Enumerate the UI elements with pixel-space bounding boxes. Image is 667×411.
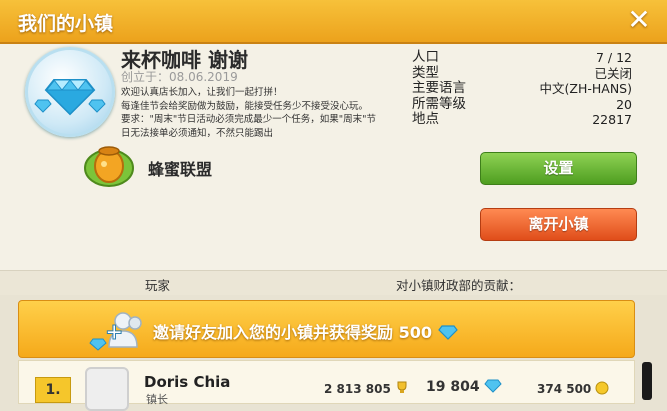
stat-location: 地点 22817 — [412, 111, 632, 128]
leave-town-button[interactable]: 离开小镇 — [480, 208, 637, 241]
town-emblem-diamond-icon — [25, 47, 115, 137]
svg-text:+: + — [105, 320, 123, 345]
stat-type: 类型 已关闭 — [412, 64, 632, 82]
stat-language: 主要语言 中文(ZH-HANS) — [412, 80, 632, 97]
member-rank: 1. — [35, 377, 71, 403]
description-line: 欢迎认真店长加入，让我们一起打拼！ — [121, 87, 283, 98]
scrollbar[interactable] — [642, 362, 652, 400]
trophies-value: 2 813 805 — [324, 382, 391, 396]
diamonds-value: 19 804 — [426, 379, 480, 395]
stat-value: 中文(ZH-HANS) — [539, 81, 632, 96]
town-stats: 人口 7 / 12 类型 已关闭 主要语言 中文(ZH-HANS) 所需等级 2… — [412, 49, 632, 128]
coins-value: 374 500 — [537, 382, 592, 396]
title-bar: 我们的小镇 ✕ — [0, 0, 667, 44]
founded-date: 创立于：08.06.2019 — [121, 70, 238, 84]
member-coins: 374 500 — [537, 381, 609, 396]
stat-label: 地点 — [412, 111, 439, 127]
stat-label: 人口 — [412, 49, 439, 65]
stat-label: 主要语言 — [412, 80, 466, 96]
invite-friends-banner[interactable]: + 邀请好友加入您的小镇并获得奖励 500 — [18, 300, 635, 358]
honey-pot-icon — [80, 138, 138, 190]
close-icon[interactable]: ✕ — [625, 6, 653, 34]
member-trophies: 2 813 805 — [324, 381, 409, 396]
stat-population: 人口 7 / 12 — [412, 49, 632, 66]
member-role: 镇长 — [146, 393, 168, 406]
description-line: 每逢佳节会给奖励做为鼓励，能接受任务少不接受没心玩。 — [121, 100, 369, 112]
member-row[interactable]: 1. Doris Chia 镇长 2 813 805 19 804 374 50… — [18, 360, 635, 411]
diamond-icon — [437, 323, 458, 342]
stat-required-level: 所需等级 20 — [412, 95, 632, 113]
description-line: 要求："周末"节日活动必须完成最少一个任务，如果"周末"节 — [121, 114, 376, 125]
description-line: 日无法接单必须通知，不然只能踢出 — [121, 127, 274, 139]
avatar — [85, 367, 129, 411]
alliance-name: 蜂蜜联盟 — [148, 160, 213, 179]
window-title: 我们的小镇 — [18, 13, 114, 35]
stat-label: 类型 — [412, 64, 439, 81]
diamond-icon — [484, 379, 503, 395]
stat-value: 20 — [616, 96, 632, 112]
settings-button[interactable]: 设置 — [480, 152, 637, 185]
invite-people-icon: + — [87, 309, 149, 351]
member-diamonds: 19 804 — [426, 379, 503, 395]
member-list-header: 玩家 对小镇财政部的贡献： — [0, 270, 667, 295]
stat-value: 已关闭 — [594, 65, 632, 81]
stat-value: 22817 — [592, 112, 632, 127]
column-contribution: 对小镇财政部的贡献： — [396, 278, 522, 293]
stat-label: 所需等级 — [412, 95, 466, 112]
member-name: Doris Chia — [144, 373, 231, 391]
trophy-icon — [395, 381, 409, 396]
invite-label: 邀请好友加入您的小镇并获得奖励 500 — [153, 323, 432, 342]
town-description: 欢迎认真店长加入，让我们一起打拼！ 每逢佳节会给奖励做为鼓励，能接受任务少不接受… — [121, 86, 386, 140]
column-player: 玩家 — [145, 278, 171, 293]
coin-icon — [595, 381, 609, 396]
stat-value: 7 / 12 — [595, 50, 632, 65]
invite-text: 邀请好友加入您的小镇并获得奖励 500 — [153, 319, 458, 343]
